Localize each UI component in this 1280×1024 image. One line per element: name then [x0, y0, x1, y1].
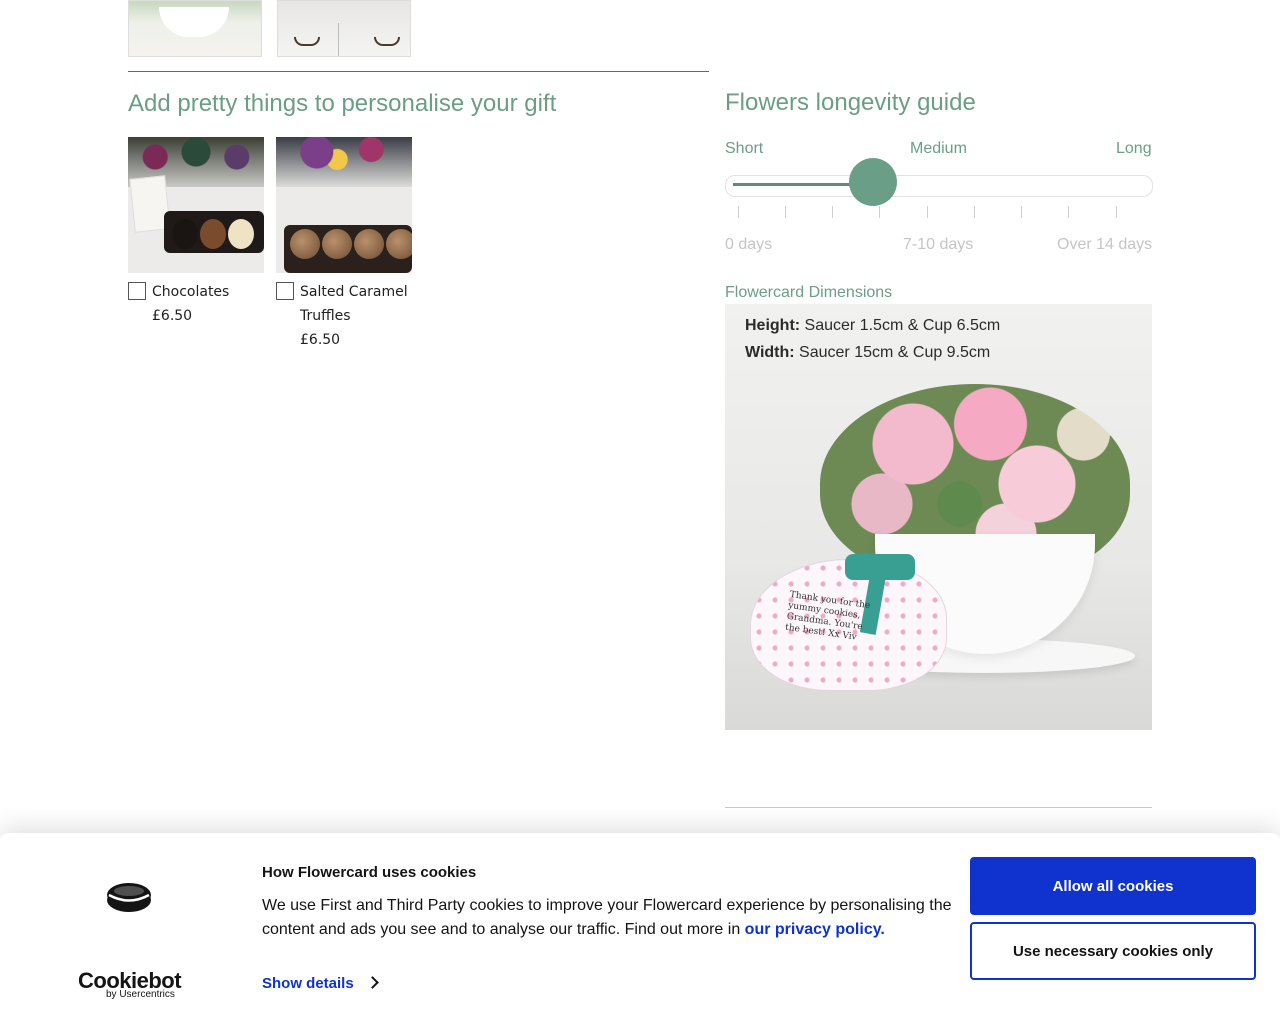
chocolate-piece: [172, 219, 198, 249]
dimensions-title: Flowercard Dimensions: [725, 284, 893, 301]
slider-tick: [738, 206, 739, 218]
drawer-divider: [338, 23, 339, 56]
addon-price: £6.50: [300, 332, 341, 348]
addon-checkbox[interactable]: [276, 282, 294, 300]
days-label-0: 0 days: [725, 236, 773, 253]
chocolate-piece: [200, 219, 226, 249]
flowers-photo: [276, 137, 412, 187]
product-thumbnail-1[interactable]: [128, 0, 262, 57]
privacy-policy-link[interactable]: our privacy policy.: [745, 921, 885, 938]
cookiebot-logo-icon: [107, 883, 151, 912]
chevron-right-icon: [365, 976, 379, 989]
slider-tick: [879, 206, 880, 218]
banner-fade: [0, 770, 1280, 834]
slider-tick: [974, 206, 975, 218]
addons-title: Add pretty things to personalise your gi…: [128, 90, 557, 117]
truffle-piece: [386, 229, 412, 259]
scale-label-short: Short: [725, 140, 764, 157]
dimensions-image: Height: Saucer 1.5cm & Cup 6.5cm Width: …: [725, 304, 1152, 730]
longevity-title: Flowers longevity guide: [725, 89, 976, 116]
drawer-handle: [294, 37, 320, 46]
cookie-title: How Flowercard uses cookies: [262, 864, 477, 881]
days-label-14: Over 14 days: [1057, 236, 1153, 253]
product-thumbnail-2[interactable]: [277, 0, 411, 57]
show-details-button[interactable]: Show details: [262, 975, 379, 992]
drawer-handle: [374, 37, 400, 46]
addon-product[interactable]: Salted Caramel Truffles £6.50: [276, 137, 412, 348]
height-label: Height:: [745, 317, 801, 334]
allow-all-cookies-button[interactable]: Allow all cookies: [970, 857, 1256, 915]
slider-tick: [1116, 206, 1117, 218]
section-divider: [128, 71, 709, 72]
chocolates-image[interactable]: [128, 137, 264, 273]
show-details-label: Show details: [262, 975, 354, 992]
addon-name: Salted Caramel Truffles: [300, 284, 408, 324]
slider-tick: [785, 206, 786, 218]
teacup-image: [159, 7, 229, 37]
truffle-piece: [354, 229, 384, 259]
necessary-cookies-button[interactable]: Use necessary cookies only: [970, 922, 1256, 980]
width-label: Width:: [745, 344, 795, 361]
truffles-image[interactable]: [276, 137, 412, 273]
addon-product[interactable]: Chocolates £6.50: [128, 137, 264, 324]
height-text: Height: Saucer 1.5cm & Cup 6.5cm: [745, 317, 1000, 335]
height-value: Saucer 1.5cm & Cup 6.5cm: [800, 317, 1001, 334]
scale-label-medium: Medium: [910, 140, 967, 157]
slider-tick: [927, 206, 928, 218]
slider-tick: [1021, 206, 1022, 218]
truffle-piece: [290, 229, 320, 259]
width-text: Width: Saucer 15cm & Cup 9.5cm: [745, 344, 990, 362]
slider-tick: [1068, 206, 1069, 218]
days-label-7-10: 7-10 days: [903, 236, 974, 253]
slider-tick: [832, 206, 833, 218]
addon-name: Chocolates: [152, 284, 230, 300]
cookiebot-byline: by Usercentrics: [106, 989, 175, 1000]
truffle-piece: [322, 229, 352, 259]
addon-text: Salted Caramel Truffles £6.50: [300, 280, 416, 352]
longevity-slider-track: [725, 175, 1153, 197]
addon-text: Chocolates £6.50: [152, 280, 268, 328]
cookie-body: We use First and Third Party cookies to …: [262, 894, 952, 942]
addon-checkbox[interactable]: [128, 282, 146, 300]
chocolate-piece: [228, 219, 254, 249]
scale-label-long: Long: [1116, 140, 1152, 157]
addon-price: £6.50: [152, 308, 193, 324]
width-value: Saucer 15cm & Cup 9.5cm: [794, 344, 991, 361]
longevity-slider-thumb: [848, 158, 897, 206]
